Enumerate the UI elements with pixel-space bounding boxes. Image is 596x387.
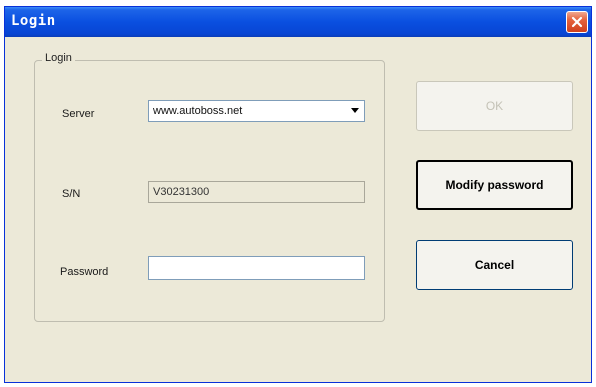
sn-label: S/N	[62, 188, 81, 200]
modify-password-button[interactable]: Modify password	[416, 160, 573, 210]
server-select[interactable]: www.autoboss.net	[148, 100, 365, 122]
sn-field: V30231300	[148, 181, 365, 203]
server-label: Server	[62, 108, 95, 120]
cancel-button[interactable]: Cancel	[416, 240, 573, 290]
cancel-button-label: Cancel	[474, 258, 515, 272]
dropdown-button[interactable]	[347, 102, 363, 120]
groupbox-legend: Login	[42, 52, 75, 64]
ok-button-label: OK	[485, 99, 504, 113]
server-select-value: www.autoboss.net	[153, 105, 243, 117]
modify-password-button-label: Modify password	[445, 178, 544, 192]
password-label: Password	[60, 266, 109, 278]
password-field[interactable]	[148, 256, 365, 280]
sn-value: V30231300	[153, 186, 210, 198]
ok-button[interactable]: OK	[416, 81, 573, 131]
close-icon	[571, 16, 583, 28]
chevron-down-icon	[351, 108, 359, 113]
title-bar[interactable]: Login	[5, 7, 591, 37]
close-button[interactable]	[566, 11, 588, 33]
window-title: Login	[11, 13, 56, 29]
